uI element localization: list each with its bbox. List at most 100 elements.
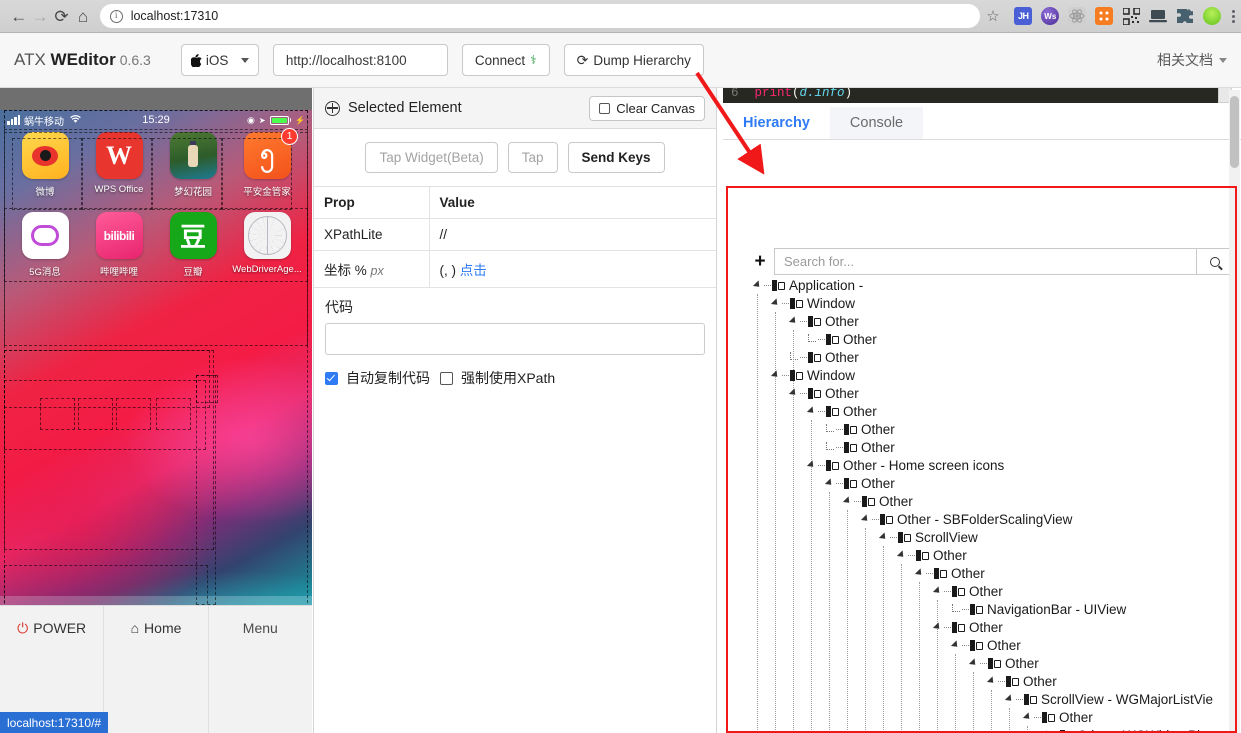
- react-devtools-icon[interactable]: [1068, 7, 1087, 25]
- puzzle-extensions-icon[interactable]: [1176, 7, 1194, 25]
- browser-forward-button[interactable]: →: [29, 1, 50, 31]
- expand-caret-icon[interactable]: [823, 478, 836, 488]
- tree-node[interactable]: Window: [745, 294, 1237, 312]
- bookmark-star-icon[interactable]: ☆: [984, 3, 1003, 29]
- device-home-button[interactable]: ⌂ Home: [104, 606, 209, 733]
- page-scrollbar[interactable]: [1229, 90, 1240, 733]
- generated-code-input[interactable]: [325, 323, 705, 355]
- tree-node[interactable]: Other: [745, 402, 1237, 420]
- hierarchy-search-input[interactable]: Search for...: [774, 248, 1196, 275]
- tree-node[interactable]: Other: [745, 348, 1237, 366]
- app-label: WPS Office: [94, 184, 144, 195]
- hierarchy-tree[interactable]: Application - Window Other Other Other Window…: [745, 276, 1237, 733]
- tree-node[interactable]: Other: [745, 438, 1237, 456]
- app-icon-pingan[interactable]: 1 ၅ 平安金管家: [230, 128, 304, 198]
- tree-node[interactable]: Other: [745, 672, 1237, 690]
- expand-caret-icon[interactable]: [931, 586, 944, 596]
- app-icon-weibo[interactable]: 微博: [8, 132, 82, 198]
- expand-caret-icon[interactable]: [769, 298, 782, 308]
- expand-caret-icon[interactable]: [751, 280, 764, 290]
- tree-node[interactable]: ScrollView: [745, 528, 1237, 546]
- browser-home-button[interactable]: ⌂: [72, 1, 93, 31]
- force-xpath-checkbox[interactable]: [440, 371, 453, 385]
- app-icon-webdriveragent[interactable]: WebDriverAge...: [230, 212, 304, 278]
- app-icon-wps[interactable]: W WPS Office: [82, 132, 156, 198]
- profile-avatar-icon[interactable]: [1203, 7, 1222, 25]
- expand-caret-icon[interactable]: [895, 550, 908, 560]
- site-info-icon[interactable]: i: [109, 9, 123, 23]
- clear-canvas-checkbox[interactable]: [599, 102, 611, 114]
- expand-caret-icon[interactable]: [985, 676, 998, 686]
- scrollbar-thumb[interactable]: [1230, 96, 1239, 168]
- tree-guide-line: [1009, 708, 1010, 733]
- tree-node[interactable]: Other: [745, 546, 1237, 564]
- expand-caret-icon[interactable]: [787, 316, 800, 326]
- app-icon-bilibili[interactable]: bilibili 哔哩哔哩: [82, 212, 156, 278]
- expand-caret-icon[interactable]: [1021, 712, 1034, 722]
- tree-node[interactable]: Application -: [745, 276, 1237, 294]
- device-url-input[interactable]: http://localhost:8100: [272, 44, 448, 76]
- tree-node[interactable]: Other: [745, 474, 1237, 492]
- tree-node[interactable]: Other: [745, 636, 1237, 654]
- chevron-down-icon: [240, 57, 249, 63]
- expand-caret-icon[interactable]: [949, 640, 962, 650]
- tree-node[interactable]: Other: [745, 420, 1237, 438]
- tree-node[interactable]: Other: [745, 330, 1237, 348]
- expand-caret-icon[interactable]: [967, 658, 980, 668]
- platform-select[interactable]: iOS: [180, 44, 259, 76]
- coordinates-tap-link[interactable]: 点击: [460, 263, 487, 278]
- orange-extension-icon[interactable]: [1095, 7, 1114, 25]
- tree-node-icon: [898, 531, 911, 543]
- expand-caret-icon[interactable]: [805, 406, 818, 416]
- tap-button[interactable]: Tap: [507, 142, 558, 173]
- tab-console[interactable]: Console: [829, 107, 924, 139]
- expand-caret-icon[interactable]: [859, 514, 872, 524]
- prop-name-coordinates: 坐标 % px: [314, 250, 430, 288]
- send-keys-button[interactable]: Send Keys: [567, 142, 665, 173]
- tap-widget-button[interactable]: Tap Widget(Beta): [365, 142, 498, 173]
- add-node-button[interactable]: +: [746, 248, 774, 275]
- tree-node[interactable]: Other: [745, 654, 1237, 672]
- tab-hierarchy[interactable]: Hierarchy: [723, 107, 830, 139]
- tree-node[interactable]: Other: [745, 582, 1237, 600]
- screen-capture-extension-icon[interactable]: [1149, 7, 1168, 25]
- browser-menu-icon[interactable]: [1225, 9, 1241, 23]
- tree-node[interactable]: Other: [745, 492, 1237, 510]
- tree-node[interactable]: Other - Home screen icons: [745, 456, 1237, 474]
- clear-canvas-button[interactable]: Clear Canvas: [589, 95, 705, 121]
- elbow-glyph: [951, 603, 960, 612]
- expand-caret-icon[interactable]: [787, 388, 800, 398]
- expand-caret-icon[interactable]: [1003, 694, 1016, 704]
- expand-caret-icon[interactable]: [841, 496, 854, 506]
- connect-button[interactable]: Connect ⚕: [461, 44, 550, 76]
- browser-back-button[interactable]: ←: [8, 1, 29, 31]
- expand-caret-icon[interactable]: [913, 568, 926, 578]
- tree-node[interactable]: Other: [745, 618, 1237, 636]
- device-menu-button[interactable]: Menu: [209, 606, 312, 733]
- tree-node[interactable]: Other - SBFolderScalingView: [745, 510, 1237, 528]
- tree-node[interactable]: Window: [745, 366, 1237, 384]
- app-icon-5g-message[interactable]: 5G消息: [8, 212, 82, 278]
- app-icon-gardenscapes[interactable]: 梦幻花园: [156, 132, 230, 198]
- ws-extension-icon[interactable]: Ws: [1041, 7, 1060, 25]
- related-docs-menu[interactable]: 相关文档: [1157, 50, 1227, 70]
- code-options-row: 自动复制代码 强制使用XPath: [314, 355, 716, 388]
- browser-address-bar[interactable]: i localhost:17310: [99, 4, 980, 28]
- qr-code-extension-icon[interactable]: [1122, 7, 1140, 25]
- tree-node[interactable]: Other: [745, 384, 1237, 402]
- device-screen[interactable]: 蜗牛移动 15:29 ◉ ➤ ⚡ 微博 W WPS Office 梦幻花园 1 …: [0, 110, 312, 668]
- expand-caret-icon[interactable]: [805, 460, 818, 470]
- tree-node[interactable]: NavigationBar - UIView: [745, 600, 1237, 618]
- browser-reload-button[interactable]: ⟳: [51, 1, 72, 31]
- jh-extension-icon[interactable]: JH: [1014, 7, 1033, 25]
- tree-node[interactable]: Other: [745, 312, 1237, 330]
- tree-elbow-icon: [949, 603, 962, 615]
- tree-node[interactable]: Other: [745, 564, 1237, 582]
- dump-hierarchy-button[interactable]: ⟳ Dump Hierarchy: [563, 44, 704, 76]
- auto-copy-code-checkbox[interactable]: [325, 371, 338, 385]
- expand-caret-icon[interactable]: [931, 622, 944, 632]
- expand-caret-icon[interactable]: [877, 532, 890, 542]
- app-label: 梦幻花园: [173, 187, 212, 198]
- app-icon-douban[interactable]: 豆 豆瓣: [156, 212, 230, 278]
- expand-caret-icon[interactable]: [769, 370, 782, 380]
